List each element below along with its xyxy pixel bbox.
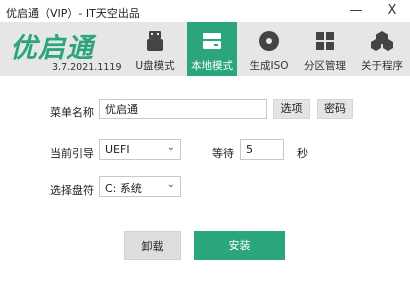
chevron-down-icon: ⌄	[166, 142, 175, 153]
seconds-unit-label: 秒	[297, 147, 308, 160]
disc-icon	[259, 31, 279, 51]
title-bar: 优启通（VIP）- IT天空出品 — X	[0, 0, 410, 22]
tab-label: U盘模式	[135, 60, 175, 72]
partition-icon	[316, 32, 334, 50]
wait-label: 等待	[212, 147, 234, 160]
options-button[interactable]: 选项	[273, 99, 310, 119]
logo-text: 优启通	[10, 33, 94, 64]
usb-icon	[147, 31, 163, 51]
minimize-button[interactable]: —	[345, 2, 367, 20]
tab-label: 本地模式	[191, 60, 233, 72]
about-icon	[371, 31, 393, 51]
chevron-down-icon: ⌄	[166, 179, 175, 190]
tab-partition-manager[interactable]: 分区管理	[299, 22, 351, 76]
drive-icon	[203, 33, 221, 49]
password-button[interactable]: 密码	[317, 99, 353, 119]
tab-label: 生成ISO	[249, 60, 289, 72]
window-title: 优启通（VIP）- IT天空出品	[6, 7, 140, 20]
wait-seconds-input[interactable]	[240, 139, 284, 160]
boot-mode-select[interactable]: UEFI ⌄	[99, 139, 181, 160]
menu-name-input[interactable]	[99, 99, 267, 119]
tab-about[interactable]: 关于程序	[356, 22, 408, 76]
uninstall-button[interactable]: 卸载	[124, 231, 181, 260]
disk-select-label: 选择盘符	[50, 184, 94, 197]
disk-value: C: 系统	[105, 182, 142, 195]
install-button[interactable]: 安装	[194, 231, 285, 260]
tab-make-iso[interactable]: 生成ISO	[244, 22, 294, 76]
app-logo: 优启通 3.7.2021.1119	[8, 26, 126, 73]
boot-mode-label: 当前引导	[50, 147, 94, 160]
version-label: 3.7.2021.1119	[52, 62, 122, 73]
tab-local-mode[interactable]: 本地模式	[187, 22, 237, 76]
header-toolbar: 优启通 3.7.2021.1119 U盘模式 本地模式 生成ISO 分区管理 关…	[0, 22, 410, 76]
close-button[interactable]: X	[381, 2, 403, 20]
tab-usb-mode[interactable]: U盘模式	[130, 22, 180, 76]
tab-label: 分区管理	[304, 60, 346, 72]
tab-label: 关于程序	[361, 60, 403, 72]
menu-name-label: 菜单名称	[50, 106, 94, 119]
boot-mode-value: UEFI	[105, 143, 130, 156]
disk-select[interactable]: C: 系统 ⌄	[99, 176, 181, 197]
